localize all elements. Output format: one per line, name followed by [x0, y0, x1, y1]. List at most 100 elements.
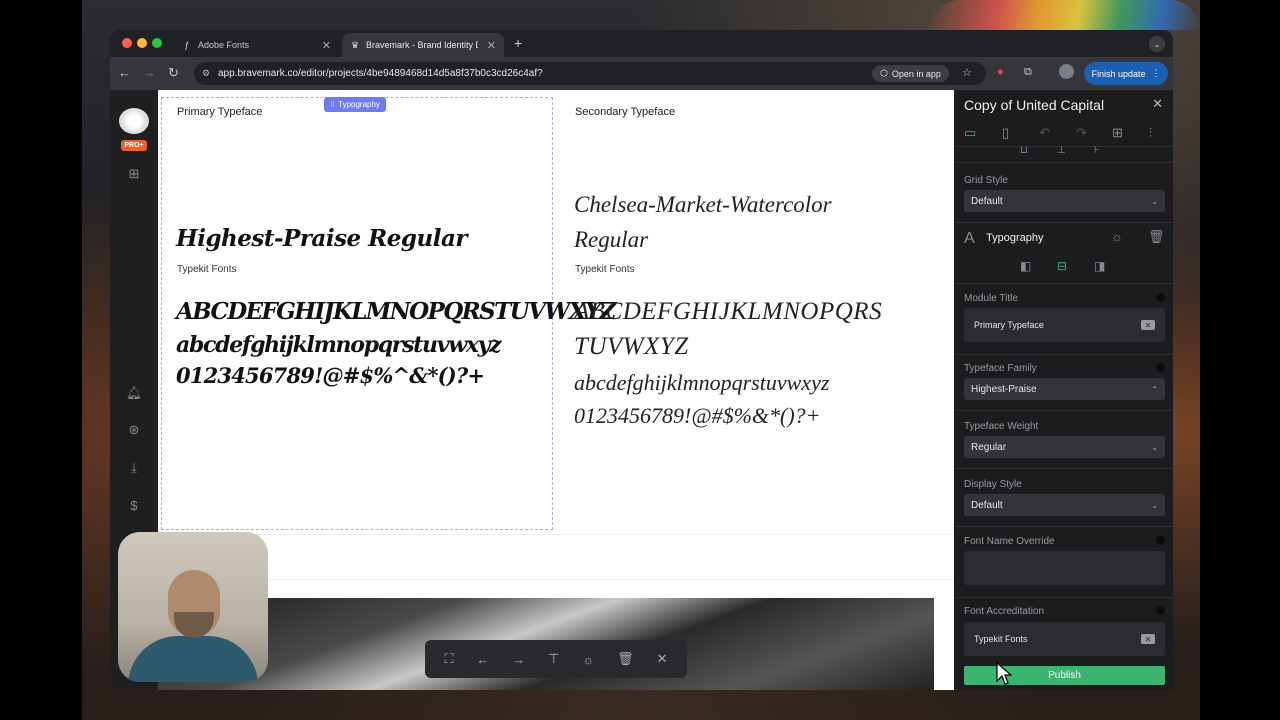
forward-icon[interactable]: →: [143, 65, 156, 80]
section-divider: [158, 579, 954, 580]
bravemark-app: PRO+ ⊞ 🔔︎ ⊛ ⤓ $ ⠿ Typography Primary Typ…: [110, 90, 1173, 690]
panel-divider: [954, 222, 1173, 223]
pro-badge: PRO+: [121, 140, 147, 151]
tab-adobe-fonts[interactable]: ƒ Adobe Fonts ✕: [174, 33, 339, 57]
open-in-app-label: Open in app: [891, 68, 941, 79]
close-window-button[interactable]: [122, 38, 132, 48]
settings-sliders-icon[interactable]: ⫶: [1149, 125, 1152, 141]
support-icon[interactable]: ⊛: [124, 422, 144, 438]
panel-divider: [954, 597, 1173, 598]
browser-toolbar: ← → ↻ ⚙ app.bravemark.co/editor/projects…: [110, 57, 1173, 90]
secondary-font-name-line2: Regular: [574, 227, 649, 252]
layout-option-icon[interactable]: ⊥: [1057, 145, 1066, 156]
primary-digits-sample: 0123456789!@#$%^&*()?+: [176, 363, 485, 388]
section-delete-icon[interactable]: 🗑︎: [1148, 229, 1165, 245]
layout-right-icon[interactable]: ◨: [1094, 259, 1105, 273]
reload-icon[interactable]: ↻: [168, 65, 179, 81]
mouse-cursor-icon: [996, 662, 1012, 685]
close-panel-icon[interactable]: ✕: [1152, 96, 1163, 112]
move-right-icon[interactable]: →: [512, 652, 525, 667]
finish-update-button[interactable]: Finish update ⋮: [1084, 62, 1168, 85]
extension-red-icon[interactable]: ●: [997, 66, 1004, 78]
panel-divider: [954, 468, 1173, 469]
align-icon[interactable]: ⊤: [548, 651, 559, 667]
clear-input-icon[interactable]: ✕: [1141, 634, 1155, 644]
redo-icon[interactable]: ↷: [1076, 125, 1087, 141]
display-style-value: Default: [971, 499, 1003, 511]
editor-canvas: ⠿ Typography Primary Typeface Highest-Pr…: [158, 90, 954, 690]
minimize-window-button[interactable]: [137, 38, 147, 48]
right-properties-panel: Copy of United Capital ✕ ▭ ▯ ↶ ↷ ⊞ ⫶ ⊔ ⊥…: [954, 90, 1173, 690]
desktop-view-icon[interactable]: ▭: [964, 125, 976, 141]
module-title-value: Primary Typeface: [974, 320, 1044, 330]
new-tab-icon[interactable]: +: [514, 35, 522, 51]
profile-avatar[interactable]: [1059, 64, 1074, 79]
module-title-input[interactable]: Primary Typeface ✕: [964, 308, 1165, 342]
focus-icon[interactable]: ⛶: [444, 651, 453, 667]
typeface-family-select[interactable]: Highest-Praise ⌃: [964, 378, 1165, 400]
toggle-dot[interactable]: [1156, 293, 1165, 302]
font-name-override-label: Font Name Override: [964, 536, 1055, 547]
tab-bravemark[interactable]: ♛ Bravemark - Brand Identity De ✕: [342, 33, 504, 57]
theme-sun-icon[interactable]: ☼: [582, 652, 594, 667]
move-left-icon[interactable]: ←: [476, 652, 489, 667]
presenter-beard: [174, 612, 214, 638]
typography-section-icon: A: [964, 230, 975, 247]
chevron-down-icon: ⌄: [1151, 196, 1158, 206]
secondary-uppercase-sample-line2: TUVWXYZ: [574, 333, 689, 360]
address-bar[interactable]: ⚙ app.bravemark.co/editor/projects/4be94…: [194, 62, 986, 85]
bravemark-logo[interactable]: [119, 108, 149, 134]
delete-trash-icon[interactable]: 🗑︎: [617, 651, 634, 667]
primary-font-source: Typekit Fonts: [177, 264, 237, 275]
grid-style-select[interactable]: Default ⌄: [964, 190, 1165, 212]
module-floating-toolbar: ⛶ ← → ⊤ ☼ 🗑︎ ✕: [425, 640, 687, 678]
mobile-view-icon[interactable]: ▯: [1002, 125, 1009, 141]
close-tab-icon[interactable]: ✕: [487, 39, 496, 52]
typography-module-badge[interactable]: ⠿ Typography: [324, 97, 386, 112]
tab-title: Bravemark - Brand Identity De: [366, 40, 478, 50]
close-icon[interactable]: ✕: [657, 651, 668, 667]
font-name-override-input[interactable]: [964, 551, 1165, 585]
display-style-select[interactable]: Default ⌄: [964, 494, 1165, 516]
tab-bar: ƒ Adobe Fonts ✕ ♛ Bravemark - Brand Iden…: [110, 30, 1173, 57]
typeface-weight-select[interactable]: Regular ⌄: [964, 436, 1165, 458]
font-accreditation-input[interactable]: Typekit Fonts ✕: [964, 622, 1165, 656]
site-info-icon[interactable]: ⚙: [202, 68, 210, 79]
toggle-dot[interactable]: [1156, 536, 1165, 545]
typography-section-title: Typography: [986, 232, 1044, 244]
module-title-label: Module Title: [964, 293, 1018, 304]
extensions-puzzle-icon[interactable]: ⧉: [1024, 66, 1032, 79]
grid-modules-icon[interactable]: ⊞: [1112, 125, 1123, 141]
close-tab-icon[interactable]: ✕: [322, 39, 331, 52]
secondary-digits-sample: 0123456789!@#$%&*()?+: [574, 403, 821, 428]
panel-divider: [954, 283, 1173, 284]
toggle-dot[interactable]: [1156, 606, 1165, 615]
tab-search-icon[interactable]: ⌄: [1149, 36, 1165, 52]
notifications-bell-icon[interactable]: 🔔︎: [124, 385, 144, 401]
primary-typeface-label: Primary Typeface: [177, 106, 263, 118]
layout-left-icon[interactable]: ◧: [1020, 259, 1031, 273]
open-app-icon: ⬡: [880, 68, 888, 78]
maximize-window-button[interactable]: [152, 38, 162, 48]
open-in-app-button[interactable]: ⬡ Open in app: [872, 65, 949, 82]
undo-icon[interactable]: ↶: [1039, 125, 1050, 141]
badge-label: Typography: [338, 100, 380, 109]
layout-bottom-icon[interactable]: ⊟: [1057, 259, 1067, 273]
sitemap-icon[interactable]: ⊞: [124, 166, 144, 182]
back-icon[interactable]: ←: [118, 65, 131, 80]
clear-input-icon[interactable]: ✕: [1141, 320, 1155, 330]
publish-button[interactable]: Publish: [964, 666, 1165, 685]
panel-divider: [954, 354, 1173, 355]
layout-option-icon[interactable]: ⊔: [1020, 145, 1028, 156]
finish-update-label: Finish update: [1091, 68, 1146, 79]
currency-icon[interactable]: $: [124, 498, 144, 513]
url-text: app.bravemark.co/editor/projects/4be9489…: [218, 68, 543, 79]
download-icon[interactable]: ⤓: [124, 460, 144, 476]
toggle-dot[interactable]: [1156, 363, 1165, 372]
section-theme-sun-icon[interactable]: ☼: [1111, 229, 1123, 244]
secondary-lowercase-sample: abcdefghijklmnopqrstuvwxyz: [574, 370, 830, 395]
bookmark-star-icon[interactable]: ☆: [962, 66, 972, 79]
primary-font-name: Highest-Praise Regular: [176, 225, 467, 252]
layout-option-icon[interactable]: ⊦: [1094, 145, 1099, 156]
webcam-overlay: [118, 532, 268, 682]
